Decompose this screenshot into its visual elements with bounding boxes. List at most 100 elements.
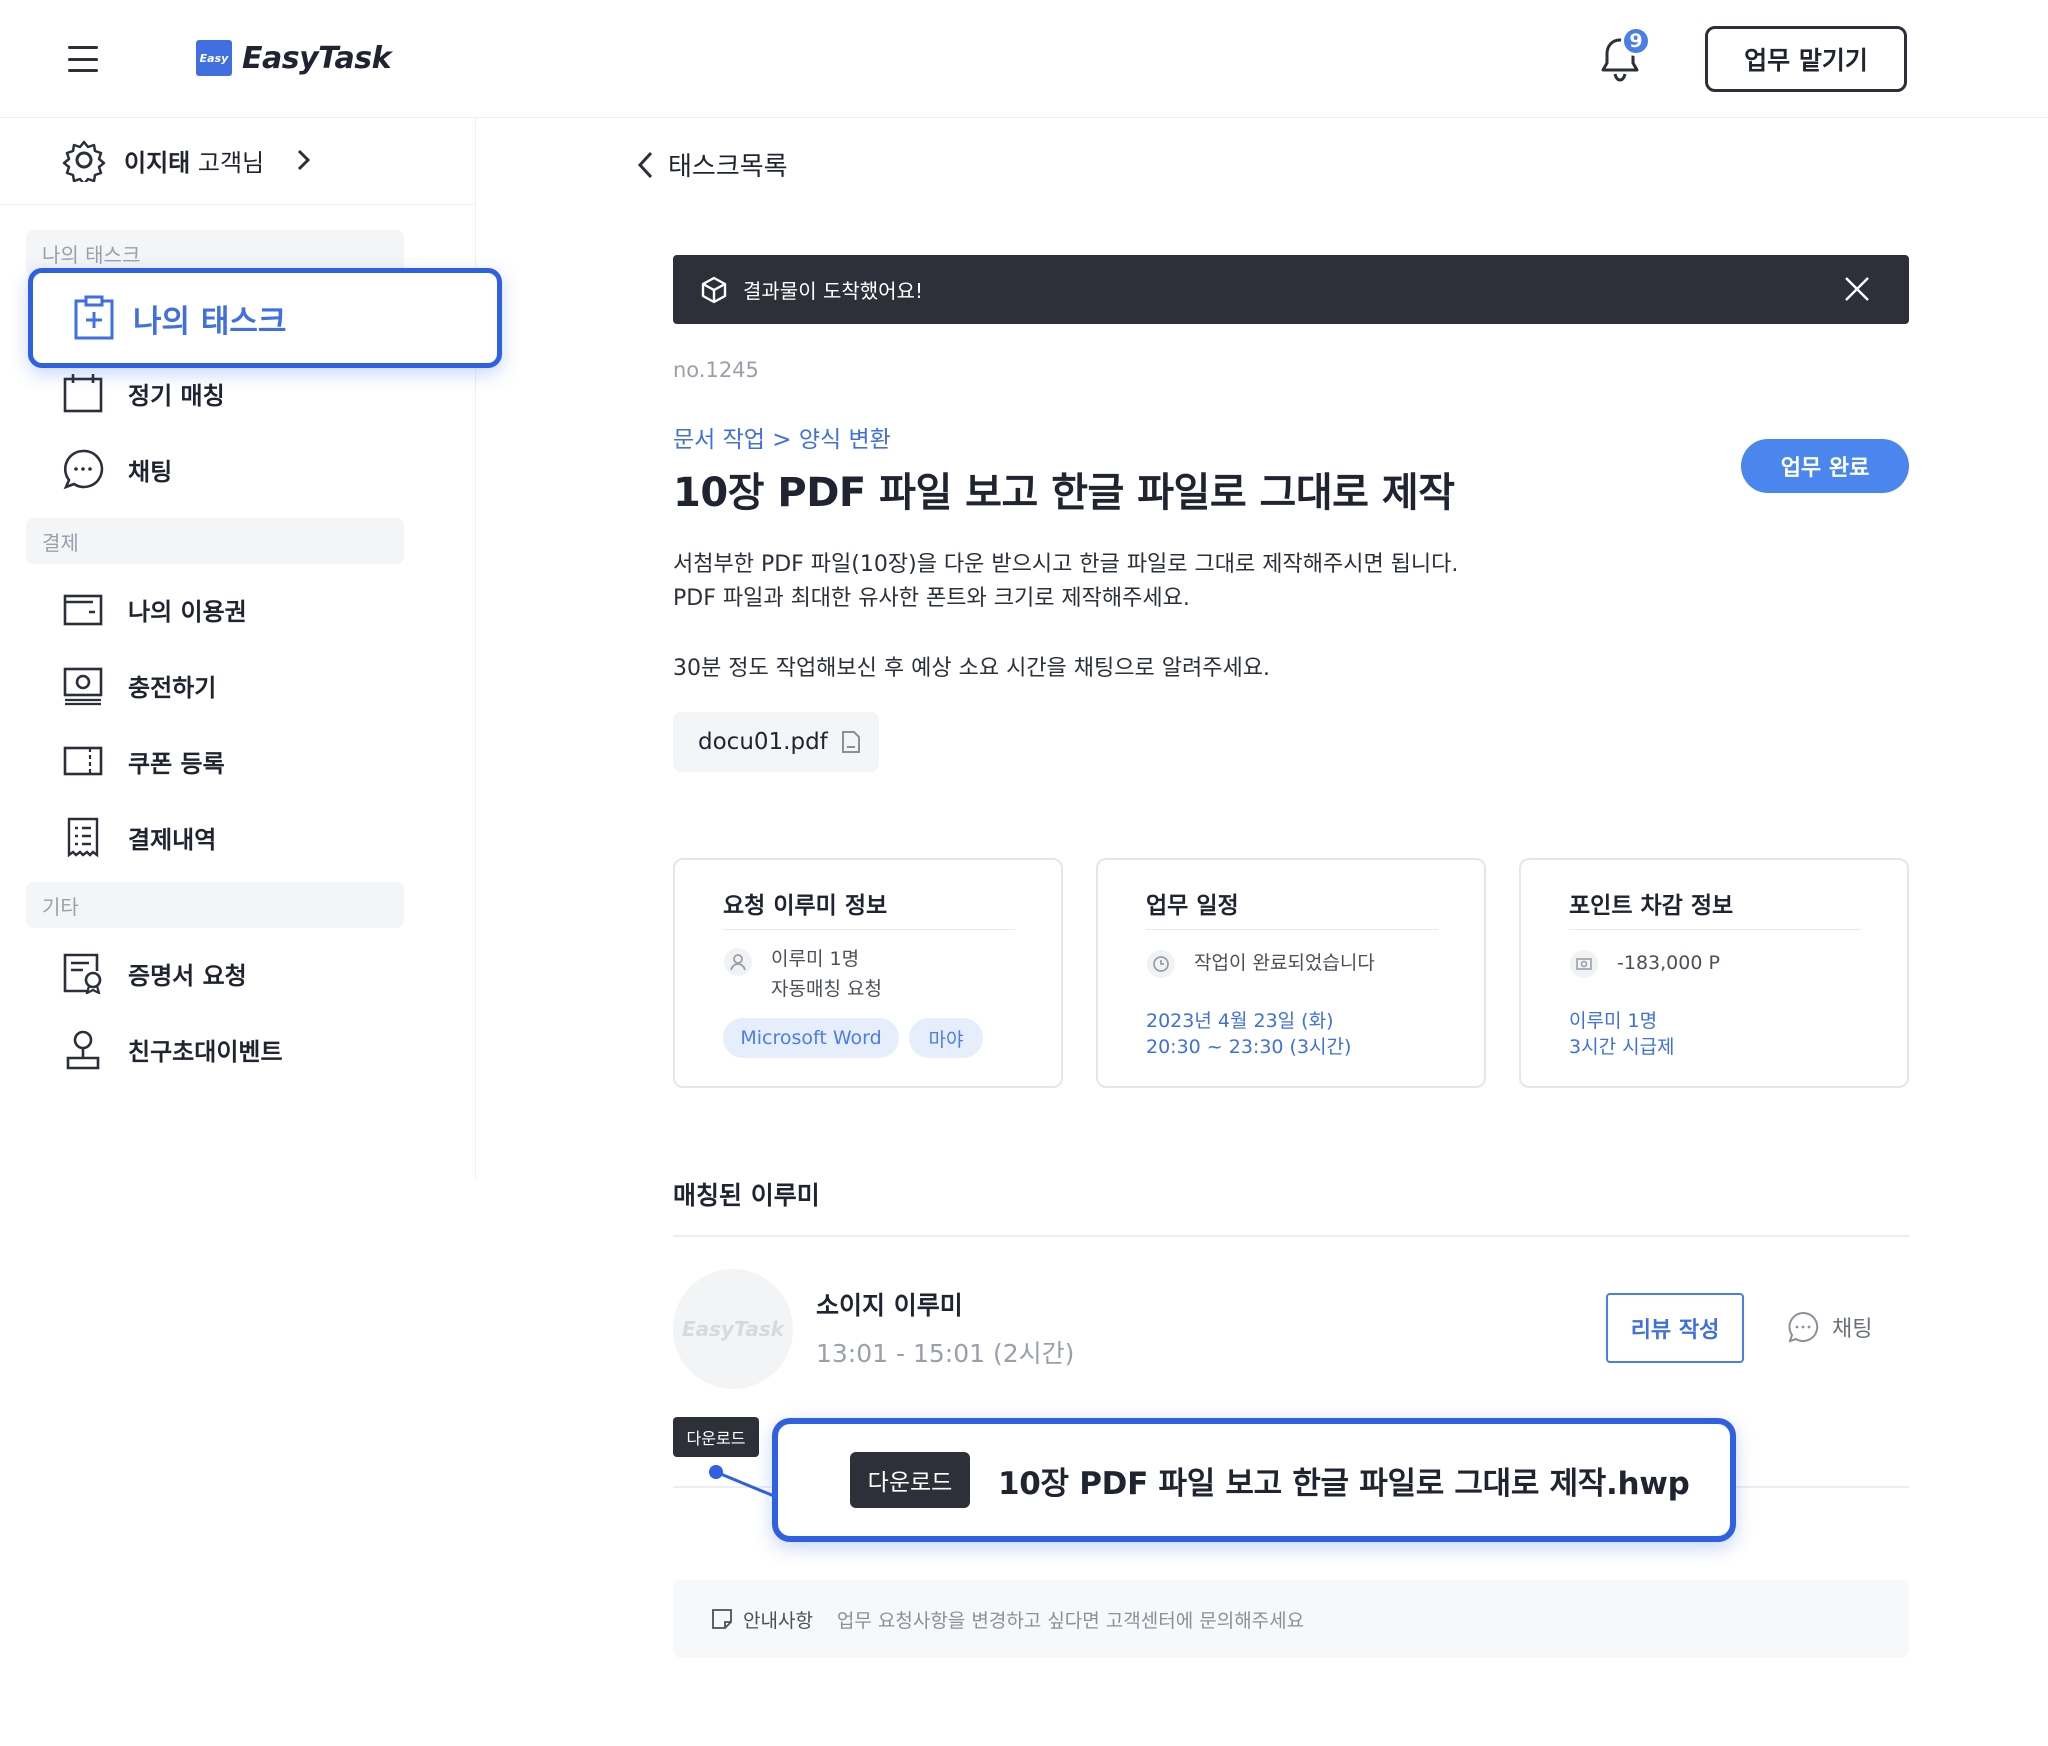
divider [1146,929,1438,930]
hamburger-menu-icon[interactable] [68,46,98,72]
sidebar-item-label: 나의 이용권 [128,597,247,626]
schedule-date: 2023년 4월 23일 (화) [1146,1010,1334,1032]
sidebar-item-label: 나의 태스크 [133,303,287,340]
point-irumi-count: 이루미 1명 [1569,1010,1658,1032]
chat-button[interactable]: 채팅 [1786,1310,1872,1344]
attachment-filename: docu01.pdf [698,729,828,755]
task-description-line: 서첨부한 PDF 파일(10장)을 다운 받으시고 한글 파일로 그대로 제작해… [673,552,1459,577]
file-icon [840,730,862,754]
notification-badge: 9 [1621,26,1651,56]
logo-text: EasyTask [242,40,392,76]
sidebar-item-label: 채팅 [128,457,173,486]
request-irumi-card: 요청 이루미 정보 이루미 1명 자동매칭 요청 Microsoft Word … [673,858,1063,1088]
certificate-icon [62,952,104,994]
callout-connector [709,1465,775,1498]
sidebar-item-invite-event[interactable]: 친구초대이벤트 [62,1028,283,1070]
delegate-task-button[interactable]: 업무 맡기기 [1705,26,1907,92]
irumi-name: 소이지 이루미 [816,1291,963,1320]
sidebar-item-label: 충전하기 [128,673,217,702]
download-filename: 10장 PDF 파일 보고 한글 파일로 그대로 제작.hwp [998,1465,1690,1502]
calendar-icon [62,372,104,414]
avatar: EasyTask [673,1269,793,1389]
skill-tag[interactable]: 마야 [909,1018,983,1058]
money-icon [62,664,104,706]
sidebar-item-payment-history[interactable]: 결제내역 [62,816,216,858]
task-description-line: PDF 파일과 최대한 유사한 폰트와 크기로 제작해주세요. [673,586,1190,611]
task-schedule-card: 업무 일정 작업이 완료되었습니다 2023년 4월 23일 (화) 20:30… [1096,858,1486,1088]
sidebar-item-label: 정기 매칭 [128,381,225,410]
task-category: 문서 작업 > 양식 변환 [673,427,891,453]
user-profile-row[interactable]: 이지태 고객님 [62,138,312,182]
notice-label: 안내사항 [743,1609,813,1632]
download-button[interactable]: 다운로드 [850,1452,970,1508]
sidebar-item-label: 증명서 요청 [128,961,247,990]
logo[interactable]: Easy EasyTask [196,40,392,76]
chevron-right-icon [296,148,312,172]
logo-mark: Easy [196,40,232,76]
box-icon [699,275,729,305]
person-icon [62,1028,104,1070]
chat-bubble-icon [62,448,104,490]
schedule-status-row: 작업이 완료되었습니다 [1146,948,1375,979]
clipboard-plus-icon [73,295,115,341]
point-amount-row: -183,000 P [1569,948,1720,979]
user-name-label: 이지태 고객님 [124,148,265,177]
task-description-line: 30분 정도 작업해보신 후 예상 소요 시간을 채팅으로 알려주세요. [673,656,1270,681]
sidebar-item-label: 쿠폰 등록 [128,749,225,778]
close-icon[interactable] [1843,275,1871,303]
receipt-icon [62,816,104,858]
card-title: 업무 일정 [1146,893,1239,919]
irumi-work-time: 13:01 - 15:01 (2시간) [816,1339,1075,1368]
banner-text: 결과물이 도착했어요! [743,279,923,303]
point-deduction-card: 포인트 차감 정보 -183,000 P 이루미 1명 3시간 시급제 [1519,858,1909,1088]
gear-icon [62,138,106,182]
task-number: no.1245 [673,358,759,382]
skill-tag[interactable]: Microsoft Word [723,1018,899,1058]
complete-task-button[interactable]: 업무 완료 [1741,439,1909,493]
chat-bubble-icon [1786,1310,1820,1344]
irumi-count: 이루미 1명 [771,948,860,970]
section-payment: 결제 [26,518,404,564]
divider [723,929,1015,930]
request-info-row: 이루미 1명 자동매칭 요청 [723,944,882,1004]
card-title: 요청 이루미 정보 [723,893,888,919]
schedule-status: 작업이 완료되었습니다 [1194,952,1375,974]
memo-icon [711,1608,733,1630]
sidebar-item-my-pass[interactable]: 나의 이용권 [62,588,247,630]
write-review-button[interactable]: 리뷰 작성 [1606,1293,1744,1363]
matching-type: 자동매칭 요청 [771,978,882,1000]
clock-icon [1146,949,1176,979]
sidebar-item-label: 결제내역 [128,825,217,854]
back-label: 태스크목록 [668,152,788,182]
divider [673,1235,1909,1237]
chat-button-label: 채팅 [1832,1317,1873,1342]
sidebar-item-chat[interactable]: 채팅 [62,448,172,490]
download-tooltip: 다운로드 [673,1417,759,1457]
money-icon [1569,949,1599,979]
top-header: Easy EasyTask 9 업무 맡기기 [0,0,2048,118]
matched-irumi-heading: 매칭된 이루미 [673,1181,820,1210]
wallet-icon [62,588,104,630]
sidebar-item-regular-matching[interactable]: 정기 매칭 [62,372,225,414]
sidebar-item-label: 친구초대이벤트 [128,1037,283,1066]
divider [1569,929,1861,930]
divider [0,204,476,205]
user-icon [723,947,753,977]
coupon-icon [62,740,104,782]
attachment-file[interactable]: docu01.pdf [673,712,879,772]
sidebar-item-coupon[interactable]: 쿠폰 등록 [62,740,225,782]
notice-bar: 안내사항 업무 요청사항을 변경하고 싶다면 고객센터에 문의해주세요 [673,1580,1909,1658]
sidebar-item-certificate[interactable]: 증명서 요청 [62,952,247,994]
result-arrived-banner: 결과물이 도착했어요! [673,255,1909,324]
card-title: 포인트 차감 정보 [1569,893,1734,919]
section-etc: 기타 [26,882,404,928]
sidebar-item-my-tasks[interactable]: 나의 태스크 [28,268,502,368]
sidebar-item-charge[interactable]: 충전하기 [62,664,216,706]
download-file-row: 다운로드 10장 PDF 파일 보고 한글 파일로 그대로 제작.hwp [772,1418,1736,1542]
notice-message: 업무 요청사항을 변경하고 싶다면 고객센터에 문의해주세요 [836,1609,1305,1632]
task-title: 10장 PDF 파일 보고 한글 파일로 그대로 제작 [673,470,1455,516]
schedule-time: 20:30 ~ 23:30 (3시간) [1146,1036,1352,1058]
point-amount: -183,000 P [1617,952,1720,974]
point-rate: 3시간 시급제 [1569,1036,1675,1058]
back-to-task-list-link[interactable]: 태스크목록 [636,146,788,183]
